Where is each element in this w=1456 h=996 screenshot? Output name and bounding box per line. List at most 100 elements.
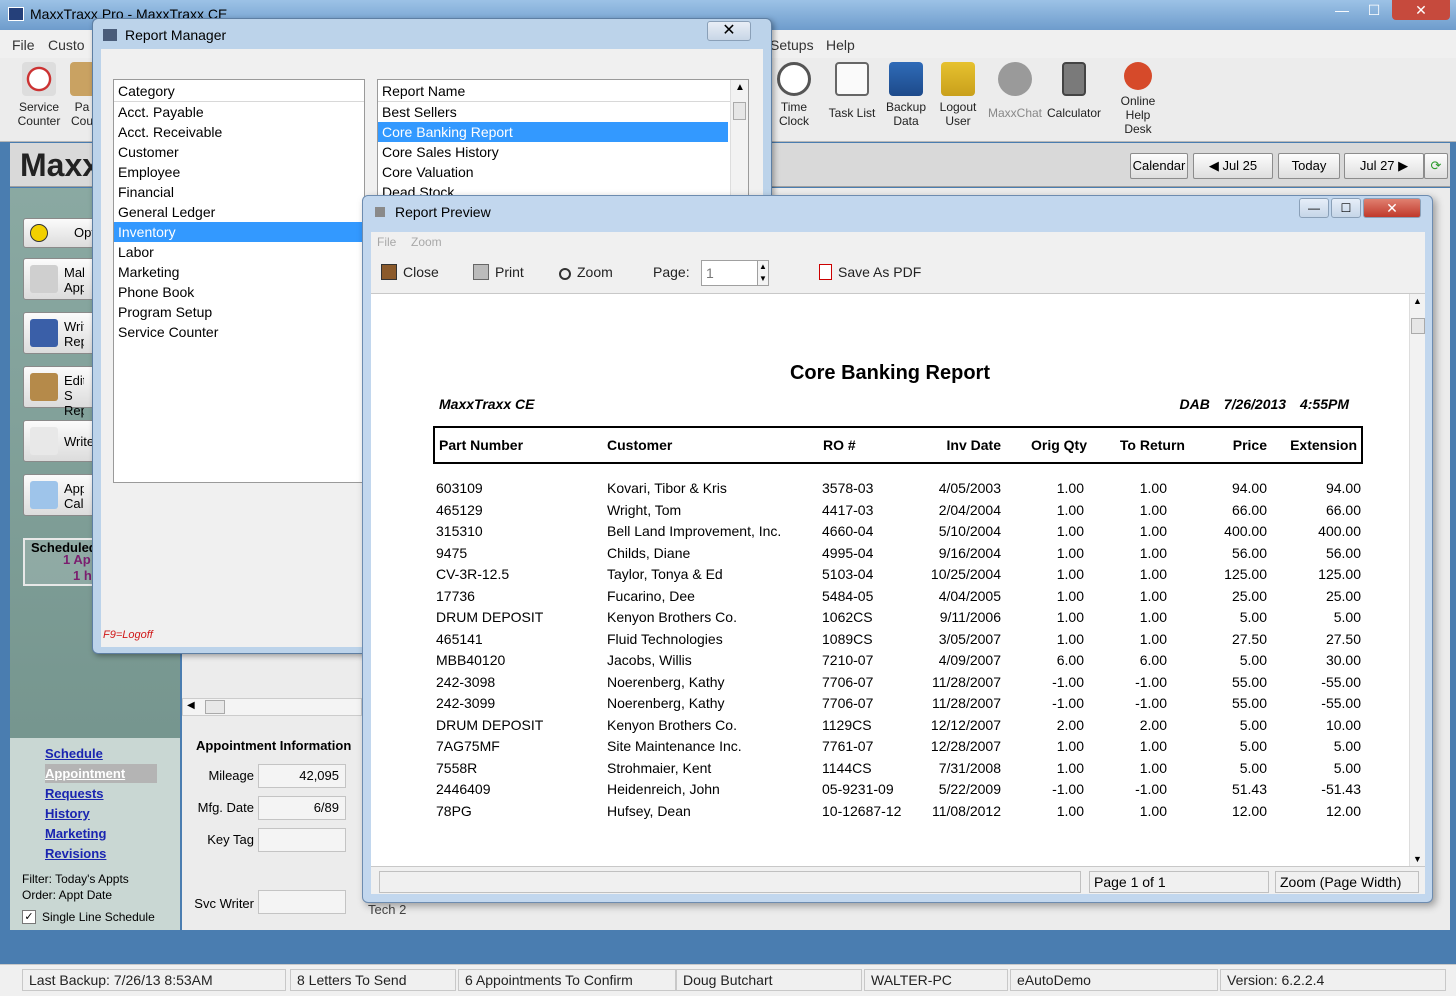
- prev-day-label: Jul 25: [1222, 158, 1258, 173]
- cell-customer: Fucarino, Dee: [607, 587, 695, 604]
- toolbar-label: Backup Data: [885, 100, 927, 128]
- category-item[interactable]: Inventory: [114, 222, 364, 242]
- menu-help[interactable]: Help: [826, 37, 855, 53]
- next-day-button[interactable]: Jul 27 ▶: [1344, 153, 1424, 179]
- horizontal-scrollbar[interactable]: ◀: [182, 698, 362, 716]
- link-history[interactable]: History: [45, 806, 90, 821]
- scroll-thumb[interactable]: [733, 102, 746, 120]
- minimize-button[interactable]: —: [1299, 198, 1329, 218]
- preview-toolbar: Close Print Zoom Page: 1 ▲ ▼ Save As PDF: [371, 252, 1425, 294]
- category-item[interactable]: Program Setup: [114, 302, 364, 322]
- logoff-hint: F9=Logoff: [103, 629, 153, 641]
- report-name-header: Report Name: [378, 80, 730, 102]
- category-item[interactable]: Service Counter: [114, 322, 364, 342]
- menu-zoom[interactable]: Zoom: [411, 235, 442, 249]
- category-item[interactable]: Marketing: [114, 262, 364, 282]
- report-item[interactable]: Core Valuation: [378, 162, 728, 182]
- category-list[interactable]: Category Acct. Payable Acct. Receivable Cu…: [113, 79, 365, 483]
- category-item[interactable]: Customer: [114, 142, 364, 162]
- calendar-button[interactable]: Calendar: [1130, 153, 1188, 179]
- toolbar-logout-user[interactable]: Logout User: [936, 62, 980, 128]
- cell-inv-date: 3/05/2007: [938, 630, 1001, 647]
- category-item[interactable]: Labor: [114, 242, 364, 262]
- toolbar-online-help-desk[interactable]: Online Help Desk: [1112, 62, 1164, 136]
- toolbar-parts-counter[interactable]: Pa Cou: [70, 62, 94, 128]
- cell-extension: 5.00: [1333, 759, 1361, 776]
- link-appointment[interactable]: Appointment: [45, 764, 157, 783]
- refresh-icon[interactable]: ⟳: [1424, 153, 1448, 179]
- pdf-icon: [819, 264, 832, 280]
- cell-to-return: -1.00: [1135, 673, 1167, 690]
- table-row: 465129 Wright, Tom 4417-03 2/04/2004 1.00 1.0…: [371, 502, 1409, 522]
- cell-price: 400.00: [1224, 523, 1267, 539]
- link-marketing[interactable]: Marketing: [45, 826, 106, 841]
- single-line-checkbox[interactable]: ✓: [22, 910, 36, 924]
- maximize-button[interactable]: ☐: [1360, 0, 1388, 20]
- toolbar-task-list[interactable]: Task List: [826, 62, 878, 120]
- category-item[interactable]: Financial: [114, 182, 364, 202]
- printer-icon: [473, 264, 489, 280]
- scroll-thumb[interactable]: [1411, 318, 1425, 334]
- cell-ro: 1062CS: [822, 609, 873, 625]
- category-item[interactable]: Acct. Payable: [114, 102, 364, 122]
- link-requests[interactable]: Requests: [45, 786, 104, 801]
- category-item[interactable]: Phone Book: [114, 282, 364, 302]
- report-item[interactable]: Core Sales History: [378, 142, 728, 162]
- page-spinner[interactable]: ▲ ▼: [757, 260, 769, 286]
- arrow-left-icon: ◀: [1208, 158, 1223, 173]
- cell-extension: -51.43: [1321, 781, 1361, 797]
- prev-day-button[interactable]: ◀ Jul 25: [1193, 153, 1273, 179]
- table-row: 17736 Fucarino, Dee 5484-05 4/04/2005 1.00 1.…: [371, 588, 1409, 608]
- report-list[interactable]: Report Name Best Sellers Core Banking Rep…: [377, 79, 749, 209]
- save-as-pdf-button[interactable]: Save As PDF: [819, 264, 921, 280]
- print-button[interactable]: Print: [473, 264, 524, 280]
- button-label: Appo Cale: [64, 481, 84, 511]
- cell-price: 94.00: [1231, 480, 1267, 496]
- svc-writer-field[interactable]: [258, 890, 346, 914]
- cell-part-number: 603109: [436, 480, 483, 496]
- preview-statusbar: Page 1 of 1 Zoom (Page Width): [371, 866, 1425, 894]
- col-orig-qty: Orig Qty: [1030, 437, 1087, 453]
- mfg-date-field[interactable]: 6/89: [258, 796, 346, 820]
- today-button[interactable]: Today: [1278, 153, 1340, 179]
- cell-inv-date: 10/25/2004: [930, 566, 1001, 582]
- status-message: [379, 871, 1081, 893]
- key-tag-field[interactable]: [258, 828, 346, 852]
- preview-menubar: File Zoom: [371, 232, 1425, 252]
- toolbar-backup-data[interactable]: Backup Data: [884, 62, 928, 128]
- category-item[interactable]: Acct. Receivable: [114, 122, 364, 142]
- mileage-field[interactable]: 42,095: [258, 764, 346, 788]
- toolbar-service-counter[interactable]: Service Counter: [12, 62, 66, 128]
- report-vertical-scrollbar[interactable]: ▲ ▼: [1409, 294, 1425, 866]
- col-extension: Extension: [1290, 437, 1357, 453]
- scroll-up-icon: ▲: [1413, 296, 1422, 306]
- toolbar-calculator[interactable]: Calculator: [1046, 62, 1102, 120]
- close-button[interactable]: ✕: [1392, 0, 1450, 20]
- minimize-button[interactable]: —: [1328, 0, 1356, 20]
- report-list-scrollbar[interactable]: ▲: [730, 80, 748, 208]
- col-customer: Customer: [607, 437, 673, 453]
- close-icon[interactable]: ✕: [707, 21, 751, 41]
- status-computer: WALTER-PC: [864, 969, 1008, 991]
- cell-to-return: 1.00: [1139, 759, 1167, 776]
- report-item[interactable]: Best Sellers: [378, 102, 728, 122]
- category-item[interactable]: Employee: [114, 162, 364, 182]
- cell-extension: -55.00: [1321, 695, 1361, 711]
- toolbar-time-clock[interactable]: Time Clock: [772, 62, 816, 128]
- cell-customer: Kenyon Brothers Co.: [607, 716, 737, 733]
- close-report-button[interactable]: Close: [381, 264, 439, 280]
- category-item[interactable]: General Ledger: [114, 202, 364, 222]
- cell-orig-qty: 6.00: [1056, 652, 1084, 668]
- menu-customer[interactable]: Custo: [48, 37, 85, 53]
- link-schedule[interactable]: Schedule: [45, 746, 103, 761]
- report-item[interactable]: Core Banking Report: [378, 122, 728, 142]
- maximize-button[interactable]: ☐: [1331, 198, 1361, 218]
- link-revisions[interactable]: Revisions: [45, 846, 106, 861]
- menu-setups[interactable]: Setups: [770, 37, 814, 53]
- menu-file[interactable]: File: [12, 37, 35, 53]
- zoom-button[interactable]: Zoom: [559, 264, 613, 280]
- menu-file[interactable]: File: [377, 235, 396, 249]
- scroll-thumb[interactable]: [205, 700, 225, 714]
- toolbar-maxxchat[interactable]: MaxxChat: [988, 62, 1042, 120]
- close-button[interactable]: ✕: [1363, 198, 1421, 218]
